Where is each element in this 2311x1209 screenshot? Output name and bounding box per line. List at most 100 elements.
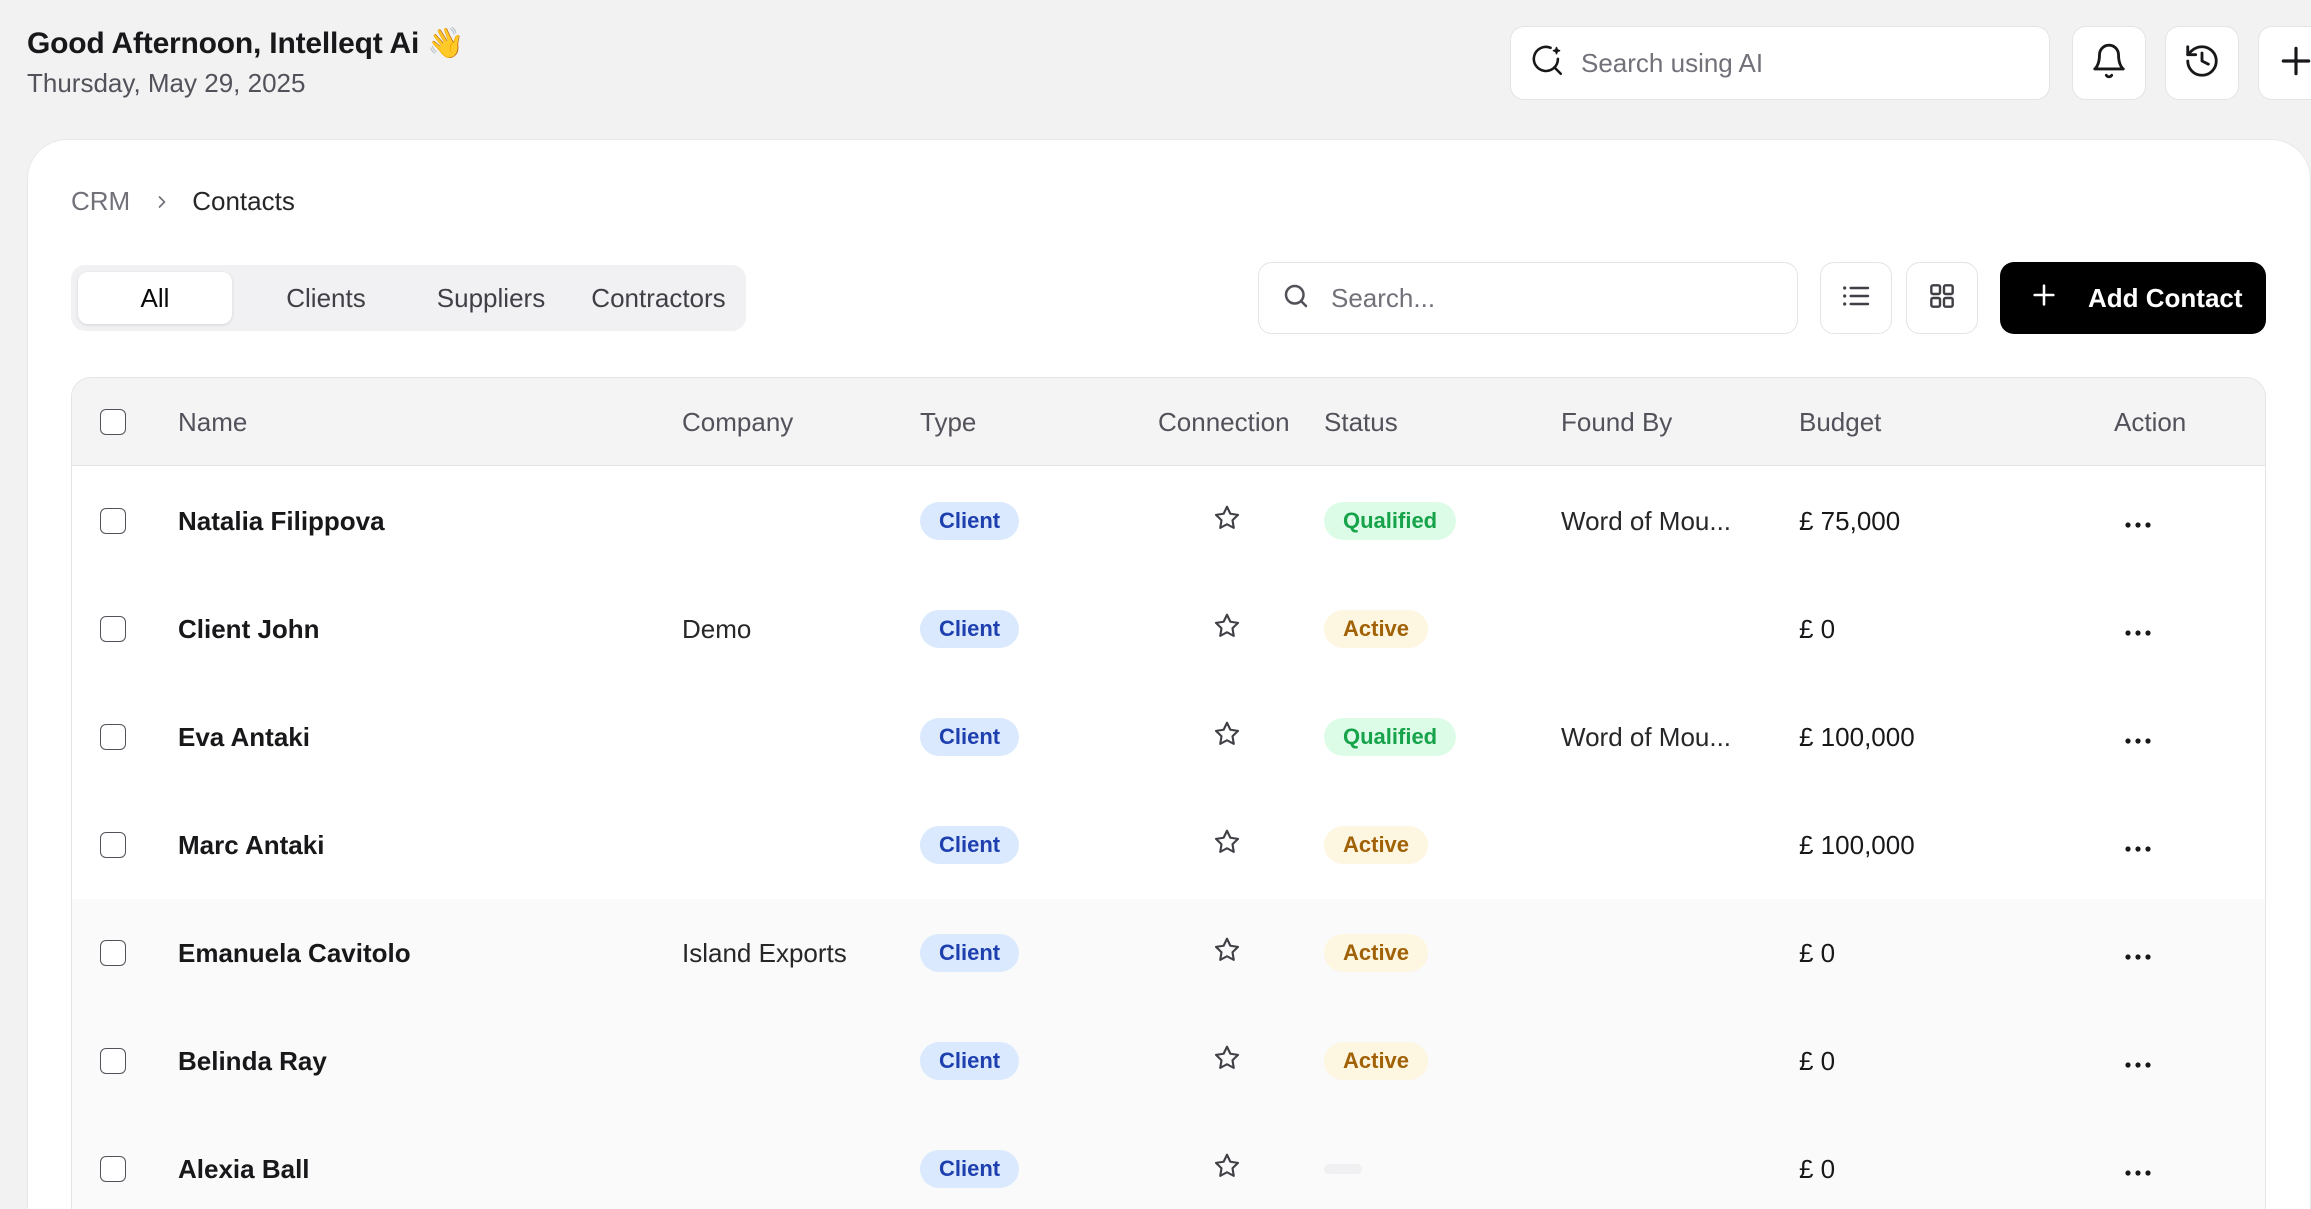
- status-badge: Active: [1324, 1042, 1429, 1080]
- contact-name[interactable]: Client John: [178, 575, 320, 683]
- contact-name[interactable]: Emanuela Cavitolo: [178, 899, 411, 1007]
- contact-name[interactable]: Eva Antaki: [178, 683, 310, 791]
- row-checkbox[interactable]: [100, 832, 126, 858]
- row-checkbox[interactable]: [100, 508, 126, 534]
- column-header-budget[interactable]: Budget: [1799, 378, 1881, 466]
- row-checkbox[interactable]: [100, 1048, 126, 1074]
- star-icon: [1212, 935, 1242, 972]
- row-select-cell: [100, 1115, 126, 1209]
- more-horizontal-icon: [2124, 506, 2152, 537]
- tab-all[interactable]: All: [78, 272, 232, 324]
- table-row[interactable]: Alexia Ball Client £ 0: [72, 1115, 2265, 1209]
- row-checkbox[interactable]: [100, 616, 126, 642]
- budget-value: £ 100,000: [1799, 829, 1915, 860]
- column-header-name[interactable]: Name: [178, 378, 247, 466]
- select-all-checkbox-cell[interactable]: [100, 378, 126, 466]
- type-badge: Client: [920, 502, 1020, 540]
- type-badge: Client: [920, 934, 1020, 972]
- tab-contractors[interactable]: Contractors: [576, 272, 741, 324]
- tab-suppliers[interactable]: Suppliers: [411, 272, 571, 324]
- star-icon: [1212, 1043, 1242, 1080]
- table-row[interactable]: Marc Antaki Client Active £ 100,000: [72, 791, 2265, 899]
- table-row[interactable]: Eva Antaki Client Qualified Word of Mou... £…: [72, 683, 2265, 791]
- row-action-button[interactable]: [2124, 791, 2152, 899]
- more-horizontal-icon: [2124, 614, 2152, 645]
- status-badge: Active: [1324, 934, 1429, 972]
- connection-star-button[interactable]: [1212, 683, 1242, 791]
- table-row[interactable]: Belinda Ray Client Active £ 0: [72, 1007, 2265, 1115]
- connection-star-button[interactable]: [1212, 467, 1242, 575]
- plus-icon: [2030, 281, 2088, 316]
- table-row[interactable]: Emanuela Cavitolo Island Exports Client Act…: [72, 899, 2265, 1007]
- row-action-button[interactable]: [2124, 899, 2152, 1007]
- row-action-button[interactable]: [2124, 1007, 2152, 1115]
- history-button[interactable]: [2165, 26, 2239, 100]
- type-badge: Client: [920, 610, 1020, 648]
- contacts-search-input[interactable]: [1331, 282, 1771, 314]
- add-contact-button[interactable]: Add Contact: [2000, 262, 2266, 334]
- status-badge: Qualified: [1324, 502, 1457, 540]
- budget-value: £ 0: [1799, 1045, 1836, 1076]
- chevron-right-icon: [152, 192, 172, 212]
- ai-search-box[interactable]: [1510, 26, 2050, 100]
- budget-value: £ 0: [1799, 613, 1836, 644]
- column-header-connection[interactable]: Connection: [1158, 378, 1290, 466]
- status-badge: Active: [1324, 610, 1429, 648]
- connection-star-button[interactable]: [1212, 899, 1242, 1007]
- found-by: Word of Mou...: [1561, 505, 1732, 536]
- contact-name[interactable]: Alexia Ball: [178, 1115, 310, 1209]
- row-select-cell: [100, 683, 126, 791]
- row-select-cell: [100, 899, 126, 1007]
- search-icon: [1281, 281, 1311, 316]
- type-badge: Client: [920, 826, 1020, 864]
- contact-name[interactable]: Belinda Ray: [178, 1007, 327, 1115]
- type-cell: Client: [920, 1115, 1020, 1209]
- type-cell: Client: [920, 467, 1020, 575]
- connection-star-button[interactable]: [1212, 575, 1242, 683]
- row-action-button[interactable]: [2124, 683, 2152, 791]
- row-action-button[interactable]: [2124, 1115, 2152, 1209]
- contact-type-tabs: All Clients Suppliers Contractors: [71, 265, 746, 331]
- connection-star-button[interactable]: [1212, 1007, 1242, 1115]
- contacts-search-box[interactable]: [1258, 262, 1798, 334]
- type-cell: Client: [920, 1007, 1020, 1115]
- row-checkbox[interactable]: [100, 724, 126, 750]
- grid-view-button[interactable]: [1906, 262, 1978, 334]
- row-action-button[interactable]: [2124, 575, 2152, 683]
- budget-value: £ 100,000: [1799, 721, 1915, 752]
- breadcrumb: CRM Contacts: [71, 186, 295, 217]
- column-header-company[interactable]: Company: [682, 378, 793, 466]
- row-checkbox[interactable]: [100, 1156, 126, 1182]
- status-cell: Active: [1324, 1007, 1429, 1115]
- star-icon: [1212, 719, 1242, 756]
- status-badge-empty: [1324, 1164, 1362, 1174]
- type-cell: Client: [920, 683, 1020, 791]
- table-row[interactable]: Natalia Filippova Client Qualified Word of …: [72, 467, 2265, 575]
- breadcrumb-crm-link[interactable]: CRM: [71, 186, 130, 217]
- table-row[interactable]: Client John Demo Client Active £ 0: [72, 575, 2265, 683]
- breadcrumb-current: Contacts: [192, 186, 295, 216]
- status-cell: Qualified: [1324, 683, 1457, 791]
- notifications-button[interactable]: [2072, 26, 2146, 100]
- list-view-button[interactable]: [1820, 262, 1892, 334]
- column-header-type[interactable]: Type: [920, 378, 976, 466]
- tab-clients[interactable]: Clients: [246, 272, 406, 324]
- ai-search-icon: [1531, 44, 1565, 83]
- contact-name[interactable]: Marc Antaki: [178, 791, 324, 899]
- grid-view-icon: [1926, 280, 1958, 317]
- ai-search-input[interactable]: [1581, 47, 2021, 79]
- select-all-checkbox[interactable]: [100, 409, 126, 435]
- row-action-button[interactable]: [2124, 467, 2152, 575]
- add-contact-label: Add Contact: [2088, 282, 2243, 313]
- column-header-status[interactable]: Status: [1324, 378, 1398, 466]
- connection-star-button[interactable]: [1212, 1115, 1242, 1209]
- budget-value: £ 75,000: [1799, 505, 1901, 536]
- more-horizontal-icon: [2124, 722, 2152, 753]
- budget-value: £ 0: [1799, 937, 1836, 968]
- more-horizontal-icon: [2124, 938, 2152, 969]
- quick-add-button[interactable]: [2258, 26, 2311, 100]
- row-checkbox[interactable]: [100, 940, 126, 966]
- column-header-found-by[interactable]: Found By: [1561, 378, 1672, 466]
- contact-name[interactable]: Natalia Filippova: [178, 467, 385, 575]
- connection-star-button[interactable]: [1212, 791, 1242, 899]
